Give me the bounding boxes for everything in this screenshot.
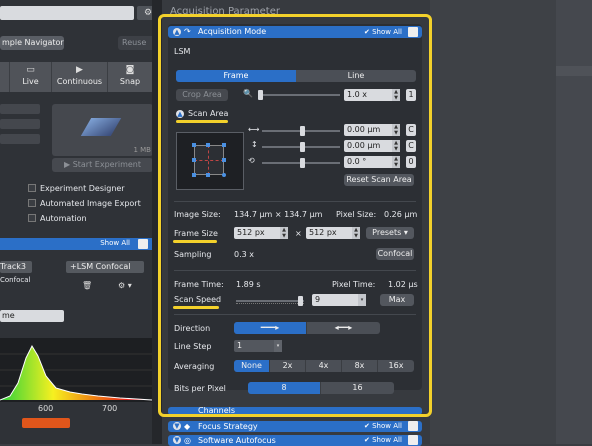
camera-icon: ◙ <box>125 65 135 75</box>
range-slider[interactable] <box>22 418 70 428</box>
continuous-button[interactable]: ▶ Continuous <box>52 62 108 92</box>
image-area <box>430 0 592 444</box>
spectrum-view <box>0 338 153 402</box>
show-all-toggle[interactable]: ✔ Show All <box>364 435 402 446</box>
expand-icon[interactable]: ▼ <box>173 422 181 430</box>
experiment-field[interactable] <box>0 119 40 129</box>
expand-icon[interactable] <box>408 421 418 431</box>
track-button[interactable]: Track3 <box>0 261 32 273</box>
checkbox-label: Automated Image Export <box>40 199 141 208</box>
channel-select[interactable]: me <box>0 310 64 322</box>
automation-checkbox[interactable] <box>28 214 36 222</box>
start-experiment-button[interactable]: ▶ Start Experiment <box>52 158 153 172</box>
expand-icon[interactable]: ▼ <box>173 436 181 444</box>
focus-icon: ◆ <box>184 422 191 431</box>
checkbox-label: Experiment Designer <box>40 184 125 193</box>
left-pane: ⚙ mple Navigator Reuse ▭ Live ▶ Continuo… <box>0 0 159 444</box>
experiment-field[interactable] <box>0 104 40 114</box>
gear-icon[interactable]: ⚙ ▾ <box>118 281 132 290</box>
sample-chip-icon <box>80 118 122 136</box>
live-button[interactable]: ▭ Live <box>10 62 52 92</box>
checkbox-label: Automation <box>40 214 87 223</box>
software-autofocus-header[interactable]: ▼ ◎ Software Autofocus ✔ Show All <box>168 435 422 446</box>
tracks-section-header[interactable]: Show All <box>0 238 152 250</box>
show-all-toggle[interactable]: ✔ Show All <box>364 421 402 432</box>
trash-icon[interactable]: 🗑 <box>82 281 92 290</box>
continuous-icon: ▶ <box>76 65 83 75</box>
automated-image-export-checkbox[interactable] <box>28 199 36 207</box>
add-lsm-confocal-button[interactable]: +LSM Confocal <box>66 261 144 273</box>
experiment-thumbnail: 1 MB <box>52 104 153 156</box>
show-all-toggle[interactable]: Show All <box>100 239 130 247</box>
mode-button-partial[interactable] <box>0 62 10 92</box>
highlight-frame <box>158 14 432 417</box>
experiment-dropdown[interactable] <box>0 6 134 20</box>
experiment-field[interactable] <box>0 134 40 144</box>
view-tab[interactable] <box>556 66 592 76</box>
snap-button[interactable]: ◙ Snap <box>108 62 152 92</box>
live-icon: ▭ <box>26 65 35 75</box>
axis-tick: 600 <box>38 404 54 413</box>
spectrum-graph <box>0 344 153 401</box>
autofocus-icon: ◎ <box>184 436 191 445</box>
play-icon: ▶ <box>63 160 73 169</box>
track-subtitle: Confocal <box>0 276 31 284</box>
expand-icon[interactable] <box>138 239 148 249</box>
sample-navigator-button[interactable]: mple Navigator <box>0 36 64 50</box>
experiment-designer-checkbox[interactable] <box>28 184 36 192</box>
axis-tick: 700 <box>102 404 118 413</box>
focus-strategy-header[interactable]: ▼ ◆ Focus Strategy ✔ Show All <box>168 421 422 432</box>
